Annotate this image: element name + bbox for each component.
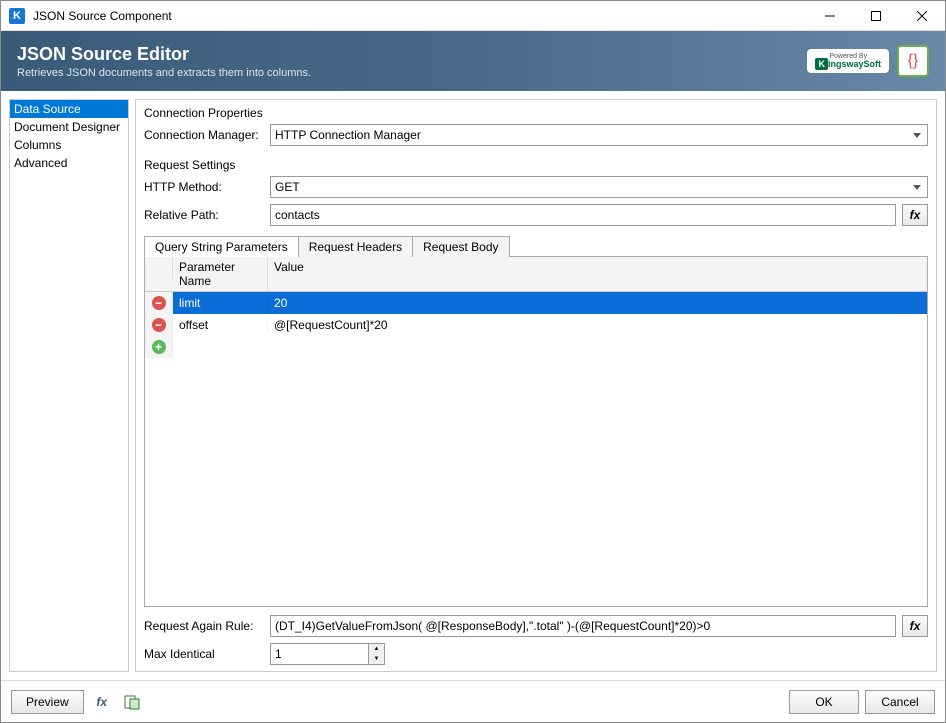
- body: Data Source Document Designer Columns Ad…: [1, 91, 945, 680]
- request-again-input[interactable]: (DT_I4)GetValueFromJson( @[ResponseBody]…: [270, 615, 896, 637]
- relative-path-label: Relative Path:: [144, 208, 264, 222]
- max-identical-spinner[interactable]: 1 ▲ ▼: [270, 643, 385, 665]
- ok-button[interactable]: OK: [789, 690, 859, 714]
- cancel-button[interactable]: Cancel: [865, 690, 935, 714]
- remove-row-button[interactable]: −: [145, 314, 173, 336]
- sidebar-item-document-designer[interactable]: Document Designer: [10, 118, 128, 136]
- window-root: K JSON Source Component JSON Source Edit…: [0, 0, 946, 723]
- grid-header-value: Value: [268, 257, 927, 291]
- json-icon: {}: [897, 45, 929, 77]
- titlebar: K JSON Source Component: [1, 1, 945, 31]
- params-grid: Parameter Name Value − limit 20: [145, 257, 927, 606]
- brand-logo: Powered By KingswaySoft: [807, 49, 889, 73]
- sidebar-item-columns[interactable]: Columns: [10, 136, 128, 154]
- remove-row-button[interactable]: −: [145, 292, 173, 314]
- param-row[interactable]: − offset @[RequestCount]*20: [145, 314, 927, 336]
- tab-query-string[interactable]: Query String Parameters: [144, 236, 299, 257]
- connection-manager-value: HTTP Connection Manager: [275, 128, 421, 142]
- tab-content: Parameter Name Value − limit 20: [144, 256, 928, 607]
- param-name-cell[interactable]: offset: [173, 318, 268, 332]
- main-panel: Connection Properties Connection Manager…: [135, 99, 937, 672]
- param-row[interactable]: − limit 20: [145, 292, 927, 314]
- footer: Preview fx OK Cancel: [1, 680, 945, 722]
- http-method-dropdown[interactable]: GET: [270, 176, 928, 198]
- window-controls: [807, 1, 945, 30]
- request-again-fx-button[interactable]: fx: [902, 615, 928, 637]
- relative-path-input[interactable]: contacts: [270, 204, 896, 226]
- header-logos: Powered By KingswaySoft {}: [807, 45, 929, 77]
- params-tab-panel: Query String Parameters Request Headers …: [144, 236, 928, 607]
- close-button[interactable]: [899, 1, 945, 30]
- grid-header: Parameter Name Value: [145, 257, 927, 292]
- spinner-down-button[interactable]: ▼: [369, 654, 384, 664]
- page-subtitle: Retrieves JSON documents and extracts th…: [17, 67, 807, 79]
- page-title: JSON Source Editor: [17, 44, 807, 65]
- spinner-up-button[interactable]: ▲: [369, 644, 384, 654]
- sidebar-item-data-source[interactable]: Data Source: [10, 100, 128, 118]
- tab-bar: Query String Parameters Request Headers …: [144, 236, 928, 257]
- sidebar: Data Source Document Designer Columns Ad…: [9, 99, 129, 672]
- save-template-icon[interactable]: [120, 690, 144, 714]
- param-row-new[interactable]: +: [145, 336, 927, 358]
- maximize-button[interactable]: [853, 1, 899, 30]
- relative-path-fx-button[interactable]: fx: [902, 204, 928, 226]
- tab-request-headers[interactable]: Request Headers: [298, 236, 413, 257]
- expression-editor-icon[interactable]: fx: [90, 690, 114, 714]
- connection-section-title: Connection Properties: [144, 106, 928, 120]
- sidebar-item-advanced[interactable]: Advanced: [10, 154, 128, 172]
- param-value-cell[interactable]: 20: [268, 296, 927, 310]
- minimize-button[interactable]: [807, 1, 853, 30]
- http-method-label: HTTP Method:: [144, 180, 264, 194]
- remove-icon: −: [152, 296, 166, 310]
- grid-header-action: [145, 257, 173, 279]
- header-banner: JSON Source Editor Retrieves JSON docume…: [1, 31, 945, 91]
- max-identical-value[interactable]: 1: [271, 644, 368, 664]
- preview-button[interactable]: Preview: [11, 690, 84, 714]
- grid-header-name: Parameter Name: [173, 257, 268, 291]
- connection-manager-label: Connection Manager:: [144, 128, 264, 142]
- param-value-cell[interactable]: @[RequestCount]*20: [268, 318, 927, 332]
- request-section-title: Request Settings: [144, 158, 928, 172]
- remove-icon: −: [152, 318, 166, 332]
- request-again-label: Request Again Rule:: [144, 619, 264, 633]
- app-icon: K: [9, 8, 25, 24]
- tab-request-body[interactable]: Request Body: [412, 236, 509, 257]
- connection-manager-dropdown[interactable]: HTTP Connection Manager: [270, 124, 928, 146]
- window-title: JSON Source Component: [33, 9, 807, 23]
- param-name-cell[interactable]: limit: [173, 296, 268, 310]
- max-identical-label: Max Identical: [144, 647, 264, 661]
- http-method-value: GET: [275, 180, 300, 194]
- add-icon: +: [152, 340, 166, 354]
- add-row-button[interactable]: +: [145, 336, 173, 358]
